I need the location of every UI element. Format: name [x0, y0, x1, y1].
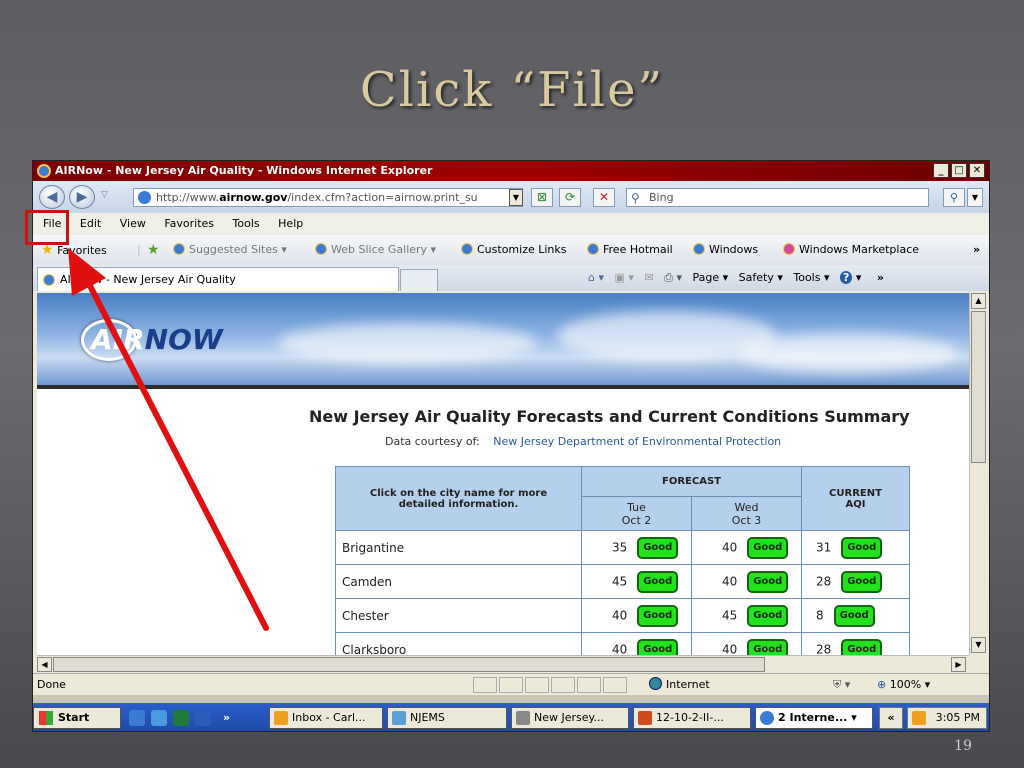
slide-page-number: 19: [954, 738, 972, 754]
annotation-arrow: [68, 248, 269, 631]
